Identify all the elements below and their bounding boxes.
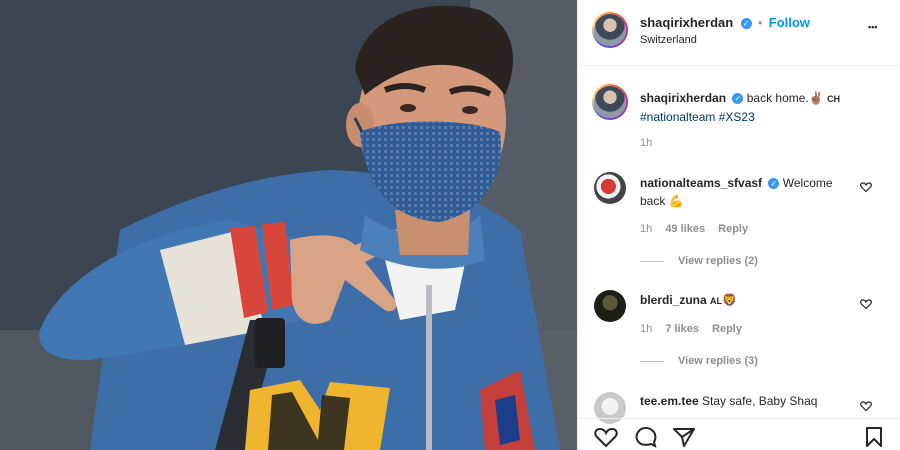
flexed-biceps-emoji: 💪 [668, 194, 684, 208]
comment-time[interactable]: 1h [640, 323, 652, 335]
save-bookmark-icon[interactable] [864, 426, 884, 448]
author-username[interactable]: shaqirixherdan [640, 15, 733, 30]
photo-illustration [0, 0, 577, 450]
caption-hashtags[interactable]: #nationalteam #XS23 [640, 110, 755, 124]
comment-1-meta: 1h 49 likes Reply [640, 223, 748, 235]
post-photo[interactable] [0, 0, 577, 450]
comment-text: Stay safe, Baby Shaq [702, 394, 818, 408]
verified-badge-icon: ✓ [768, 178, 780, 189]
more-options-button[interactable]: ••• [868, 22, 877, 32]
view-replies-label: View replies (3) [678, 355, 758, 367]
like-comment-heart-icon[interactable] [860, 298, 872, 310]
caption-text: shaqirixherdan ✓ back home.✌🏽 CH #nation… [640, 89, 890, 126]
comment-username[interactable]: tee.em.tee [640, 394, 699, 408]
view-replies-line [640, 360, 664, 362]
verified-badge-icon: ✓ [732, 93, 744, 104]
caption-avatar[interactable] [592, 84, 628, 120]
comment-3: tee.em.tee Stay safe, Baby Shaq [640, 392, 870, 410]
victory-hand-emoji: ✌🏽 [808, 91, 824, 105]
caption-body: back home. [746, 91, 809, 105]
side-panel: shaqirixherdan ✓ • Follow Switzerland ••… [577, 0, 900, 450]
instagram-post: shaqirixherdan ✓ • Follow Switzerland ••… [0, 0, 900, 450]
albanian-flag-emoji: AL [710, 296, 723, 306]
comment-avatar-blerdi[interactable] [594, 290, 626, 322]
comment-username[interactable]: nationalteams_sfvasf [640, 176, 762, 190]
post-header: shaqirixherdan ✓ • Follow Switzerland ••… [578, 0, 900, 66]
follow-button[interactable]: Follow [769, 15, 810, 30]
comment-likes[interactable]: 49 likes [665, 223, 705, 235]
post-location[interactable]: Switzerland [640, 34, 697, 46]
comment-1: nationalteams_sfvasf ✓ Welcome back 💪 [640, 174, 870, 210]
comment-bubble-icon[interactable] [634, 426, 658, 448]
caption-time[interactable]: 1h [640, 137, 652, 149]
view-replies-button[interactable]: View replies (3) [640, 355, 758, 367]
comment-2-meta: 1h 7 likes Reply [640, 323, 742, 335]
comment-text: Welcome [782, 176, 833, 190]
comment-reply-button[interactable]: Reply [712, 323, 742, 335]
comment-avatar-nationalteams[interactable] [594, 172, 626, 204]
comment-time[interactable]: 1h [640, 223, 652, 235]
verified-badge-icon: ✓ [740, 18, 752, 29]
post-actions-bar [578, 418, 900, 450]
swiss-flag-emoji: CH [827, 94, 841, 104]
comment-text: back [640, 194, 666, 208]
header-title-row: shaqirixherdan ✓ • Follow [640, 14, 810, 32]
view-replies-label: View replies (2) [678, 255, 758, 267]
view-replies-line [640, 260, 664, 262]
caption-username[interactable]: shaqirixherdan [640, 91, 726, 105]
comment-likes[interactable]: 7 likes [665, 323, 699, 335]
comment-reply-button[interactable]: Reply [718, 223, 748, 235]
like-comment-heart-icon[interactable] [860, 181, 872, 193]
share-paper-plane-icon[interactable] [672, 426, 696, 448]
comment-2: blerdi_zuna AL🦁 [640, 291, 870, 310]
author-avatar[interactable] [592, 12, 628, 48]
lion-emoji: 🦁 [722, 293, 737, 307]
like-heart-icon[interactable] [594, 426, 618, 448]
like-comment-heart-icon[interactable] [860, 400, 872, 412]
follow-separator: • [758, 16, 763, 30]
comment-username[interactable]: blerdi_zuna [640, 293, 707, 307]
view-replies-button[interactable]: View replies (2) [640, 255, 758, 267]
